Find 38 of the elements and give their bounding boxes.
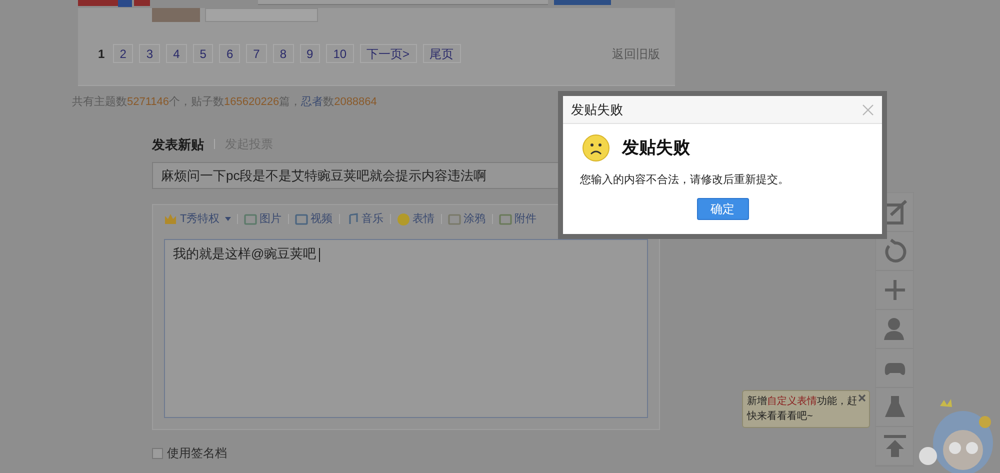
old-version-link[interactable]: 返回旧版 [612,44,660,62]
page-link[interactable]: 8 [272,44,294,63]
toolbar-button[interactable]: 图片 [244,210,282,228]
sad-face-icon [582,134,610,162]
back-to-top-icon [882,433,908,459]
crown-icon [164,212,177,226]
page-link[interactable]: 2 [112,44,134,63]
logo-drawing [78,0,150,8]
toolbar-button[interactable]: T秀特权 [164,210,231,228]
page-link[interactable]: 1 [96,44,107,62]
page-link[interactable]: 9 [300,44,320,63]
toolbar-button[interactable]: 表情 [396,210,435,228]
dialog-title: 发贴失败 [571,100,623,119]
tip-text: 新增自定义表情功能，赶快来看看看吧~ [747,394,858,424]
page-link[interactable]: 4 [166,44,187,63]
toolbar-button[interactable]: 视频 [294,210,333,228]
page-link[interactable]: 5 [192,44,214,63]
confirm-button[interactable]: 确定 [696,198,748,220]
page-link[interactable]: 6 [219,44,240,63]
close-icon[interactable] [862,104,874,116]
toolbar-button[interactable]: 音乐 [346,210,384,228]
video-icon [294,212,308,226]
image-icon [244,212,257,226]
toolbar-button[interactable]: 涂鸦 [448,210,486,228]
page-link[interactable]: 7 [246,44,267,63]
post-text-area[interactable]: 我的就是这样@豌豆荚吧 [164,239,648,418]
dialog-heading: 发贴失败 [622,137,690,160]
close-icon[interactable] [858,394,866,402]
search-field[interactable] [258,0,548,5]
photo-placeholder [152,8,200,22]
signature-label: 使用签名档 [167,445,227,462]
toolbar-button[interactable]: 附件 [498,210,537,228]
next-page-link[interactable]: 下一页> [360,44,417,63]
page-link[interactable]: 10 [326,44,354,63]
last-page-link[interactable]: 尾页 [422,44,461,63]
page-link[interactable]: 3 [139,44,160,63]
signature-checkbox[interactable] [152,448,163,458]
post-tab[interactable]: 发表新贴 [152,134,204,154]
